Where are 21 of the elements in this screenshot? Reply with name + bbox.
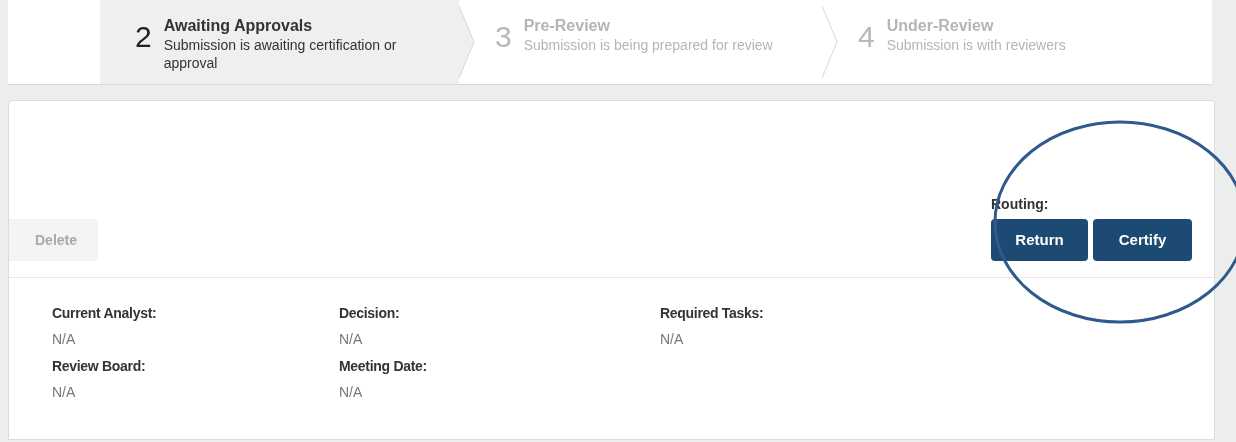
return-button[interactable]: Return	[991, 219, 1088, 261]
step-description: Submission is awaiting certification or approval	[163, 36, 398, 72]
step-number: 2	[135, 22, 152, 52]
step-description: Submission is being prepared for review	[523, 36, 773, 54]
step-title: Pre-Review	[523, 16, 611, 36]
field-value: N/A	[660, 330, 685, 348]
step-title: Awaiting Approvals	[163, 16, 314, 36]
field-value: N/A	[52, 383, 77, 401]
field-label: Required Tasks:	[660, 304, 765, 322]
field-label: Meeting Date:	[339, 357, 428, 375]
field-value: N/A	[339, 330, 364, 348]
field-label: Review Board:	[52, 357, 147, 375]
field-label: Decision:	[339, 304, 401, 322]
step-number: 3	[495, 22, 512, 52]
step-title: Under-Review	[886, 16, 995, 36]
step-number: 4	[858, 22, 875, 52]
field-value: N/A	[52, 330, 77, 348]
field-label: Current Analyst:	[52, 304, 158, 322]
step-description: Submission is with reviewers	[886, 36, 1066, 54]
field-value: N/A	[339, 383, 364, 401]
certify-button[interactable]: Certify	[1093, 219, 1192, 261]
